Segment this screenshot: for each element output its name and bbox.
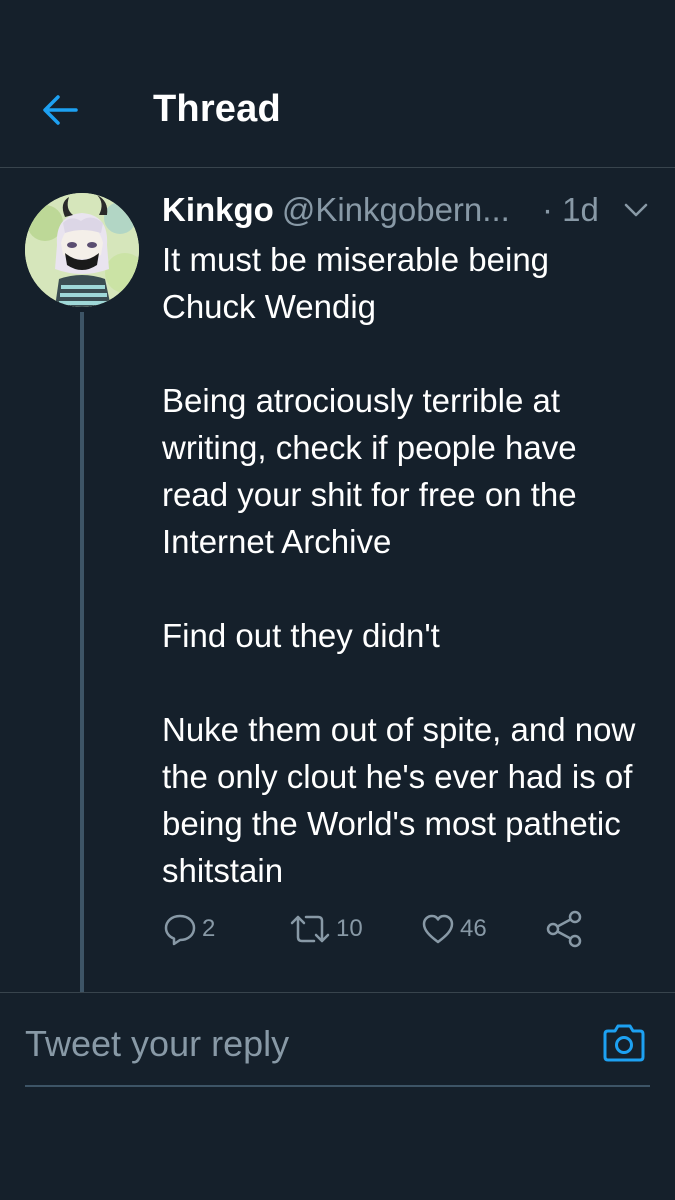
reply-input[interactable]	[25, 1007, 585, 1081]
display-name[interactable]: Kinkgo	[162, 191, 274, 228]
avatar[interactable]	[25, 193, 139, 307]
like-count: 46	[460, 915, 487, 942]
tweet-text: It must be miserable being Chuck Wendig …	[162, 236, 642, 894]
camera-icon	[603, 1024, 645, 1062]
reply-composer	[0, 992, 675, 1099]
tweet-paragraph: Nuke them out of spite, and now the only…	[162, 711, 636, 889]
tweet-paragraph: Being atrociously terrible at writing, c…	[162, 382, 577, 560]
avatar-image	[25, 193, 139, 307]
camera-button[interactable]	[598, 1019, 650, 1067]
thread-connector-line	[80, 312, 84, 992]
user-handle[interactable]: @Kinkgobern...	[282, 191, 510, 228]
comment-icon	[164, 914, 196, 946]
heart-icon	[422, 914, 454, 944]
tweet-actions: 2 10 46	[162, 906, 602, 952]
page-title: Thread	[153, 88, 281, 130]
tweet-timestamp: · 1d	[542, 191, 599, 228]
retweet-icon	[290, 915, 330, 943]
reply-count: 2	[202, 915, 216, 942]
arrow-left-icon	[43, 95, 78, 125]
chevron-down-icon	[624, 203, 648, 217]
retweet-count: 10	[336, 915, 363, 942]
share-button[interactable]	[544, 906, 588, 952]
retweet-button[interactable]: 10	[288, 906, 363, 952]
reply-input-underline	[25, 1085, 650, 1087]
like-button[interactable]: 46	[420, 906, 487, 952]
back-button[interactable]	[38, 90, 82, 130]
top-app-bar: Thread	[0, 0, 675, 168]
tweet-paragraph: It must be miserable being Chuck Wendig	[162, 241, 550, 325]
bottom-spacer	[0, 1099, 675, 1200]
share-icon	[546, 910, 582, 948]
tweet-more-button[interactable]	[620, 194, 652, 226]
tweet-header: Kinkgo @Kinkgobern... · 1d	[162, 188, 652, 232]
reply-button[interactable]: 2	[162, 906, 215, 952]
tweet-paragraph: Find out they didn't	[162, 617, 440, 654]
